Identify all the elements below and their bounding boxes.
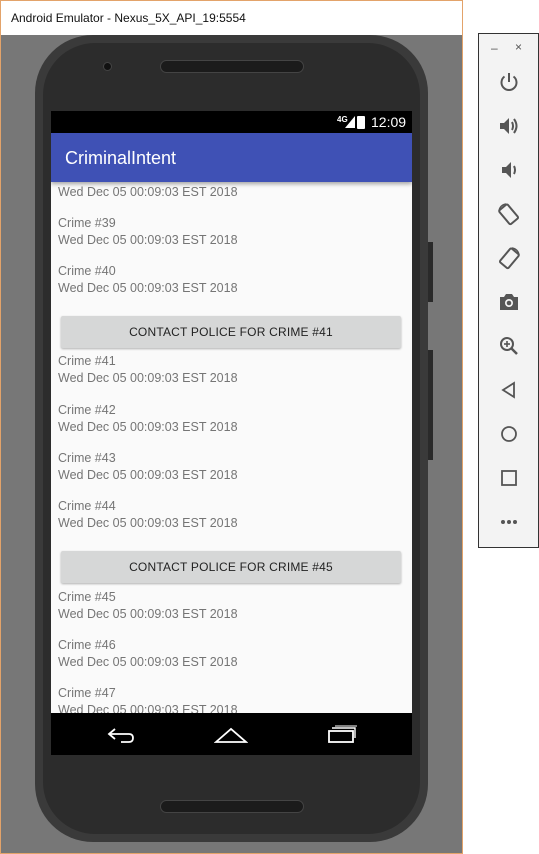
rotate-right-icon	[498, 247, 520, 270]
list-item[interactable]: Crime #39 Wed Dec 05 00:09:03 EST 2018	[58, 215, 398, 249]
list-item[interactable]: Crime #40 Wed Dec 05 00:09:03 EST 2018	[58, 263, 398, 297]
window-title: Android Emulator - Nexus_5X_API_19:5554	[11, 11, 246, 25]
more-button[interactable]	[493, 506, 525, 538]
contact-police-button[interactable]: CONTACT POLICE FOR CRIME #41	[61, 316, 401, 348]
home-icon	[501, 426, 517, 442]
zoom-icon	[500, 337, 518, 355]
back-icon	[501, 381, 515, 399]
crime-date: Wed Dec 05 00:09:03 EST 2018	[58, 468, 238, 482]
crime-title: Crime #41	[58, 354, 116, 368]
back-button[interactable]	[493, 374, 525, 406]
crime-title: Crime #45	[58, 590, 116, 604]
nav-home-icon[interactable]	[214, 726, 248, 744]
crime-date: Wed Dec 05 00:09:03 EST 2018	[58, 655, 238, 669]
volume-down-button[interactable]	[493, 154, 525, 186]
crime-date: Wed Dec 05 00:09:03 EST 2018	[58, 607, 238, 621]
volume-down-icon	[502, 162, 516, 178]
bottom-speaker	[160, 800, 304, 813]
list-item[interactable]: Crime #41 Wed Dec 05 00:09:03 EST 2018	[58, 353, 398, 387]
rotate-left-icon	[498, 203, 520, 226]
overview-icon	[501, 470, 517, 486]
status-time: 12:09	[371, 114, 407, 130]
crime-list[interactable]: Wed Dec 05 00:09:03 EST 2018 Crime #39 W…	[51, 182, 412, 713]
crime-title: Crime #43	[58, 451, 116, 465]
crime-date: Wed Dec 05 00:09:03 EST 2018	[58, 371, 238, 385]
app-title: CriminalIntent	[65, 148, 177, 168]
list-item[interactable]: Crime #45 Wed Dec 05 00:09:03 EST 2018	[58, 589, 398, 623]
toolbar-header: – ×	[479, 38, 538, 58]
crime-date: Wed Dec 05 00:09:03 EST 2018	[58, 233, 238, 247]
more-icon	[501, 520, 517, 524]
rotate-right-button[interactable]	[493, 242, 525, 274]
volume-up-icon	[500, 118, 518, 134]
power-icon	[500, 73, 518, 91]
signal-icon	[345, 116, 355, 128]
crime-date: Wed Dec 05 00:09:03 EST 2018	[58, 703, 238, 713]
crime-date: Wed Dec 05 00:09:03 EST 2018	[58, 420, 238, 434]
emulator-toolbar: – ×	[478, 33, 539, 548]
top-speaker	[160, 60, 304, 73]
crime-title: Crime #40	[58, 264, 116, 278]
camera-icon	[500, 294, 518, 310]
crime-title: Crime #39	[58, 216, 116, 230]
overview-button[interactable]	[493, 462, 525, 494]
zoom-button[interactable]	[493, 330, 525, 362]
list-item[interactable]: Crime #46 Wed Dec 05 00:09:03 EST 2018	[58, 637, 398, 671]
volume-side-button	[428, 350, 433, 460]
list-item[interactable]: Crime #42 Wed Dec 05 00:09:03 EST 2018	[58, 402, 398, 436]
power-button[interactable]	[493, 66, 525, 98]
home-button[interactable]	[493, 418, 525, 450]
window-titlebar[interactable]: Android Emulator - Nexus_5X_API_19:5554	[1, 1, 462, 35]
status-bar: 4G 12:09	[51, 111, 412, 133]
nav-recents-icon[interactable]	[327, 725, 357, 743]
volume-up-button[interactable]	[493, 110, 525, 142]
crime-title: Crime #42	[58, 403, 116, 417]
list-item[interactable]: Crime #43 Wed Dec 05 00:09:03 EST 2018	[58, 450, 398, 484]
nav-back-icon[interactable]	[107, 727, 135, 743]
crime-title: Crime #44	[58, 499, 116, 513]
contact-police-button[interactable]: CONTACT POLICE FOR CRIME #45	[61, 551, 401, 583]
rotate-left-button[interactable]	[493, 198, 525, 230]
crime-title: Crime #47	[58, 686, 116, 700]
list-item[interactable]: Wed Dec 05 00:09:03 EST 2018	[58, 184, 398, 201]
crime-date: Wed Dec 05 00:09:03 EST 2018	[58, 281, 238, 295]
screenshot-button[interactable]	[493, 286, 525, 318]
device-screen: 4G 12:09 CriminalIntent Wed Dec 05 00:09…	[51, 111, 412, 755]
list-item[interactable]: Crime #44 Wed Dec 05 00:09:03 EST 2018	[58, 498, 398, 532]
crime-title: Crime #46	[58, 638, 116, 652]
navigation-bar	[51, 713, 412, 755]
toolbar-close-button[interactable]: ×	[515, 40, 522, 54]
list-item[interactable]: Crime #47 Wed Dec 05 00:09:03 EST 2018	[58, 685, 398, 713]
front-camera	[103, 62, 112, 71]
app-bar: CriminalIntent	[51, 133, 412, 182]
battery-icon	[357, 116, 365, 129]
power-side-button	[428, 242, 433, 302]
toolbar-minimize-button[interactable]: –	[491, 41, 498, 55]
crime-date: Wed Dec 05 00:09:03 EST 2018	[58, 516, 238, 530]
crime-date: Wed Dec 05 00:09:03 EST 2018	[58, 185, 238, 199]
